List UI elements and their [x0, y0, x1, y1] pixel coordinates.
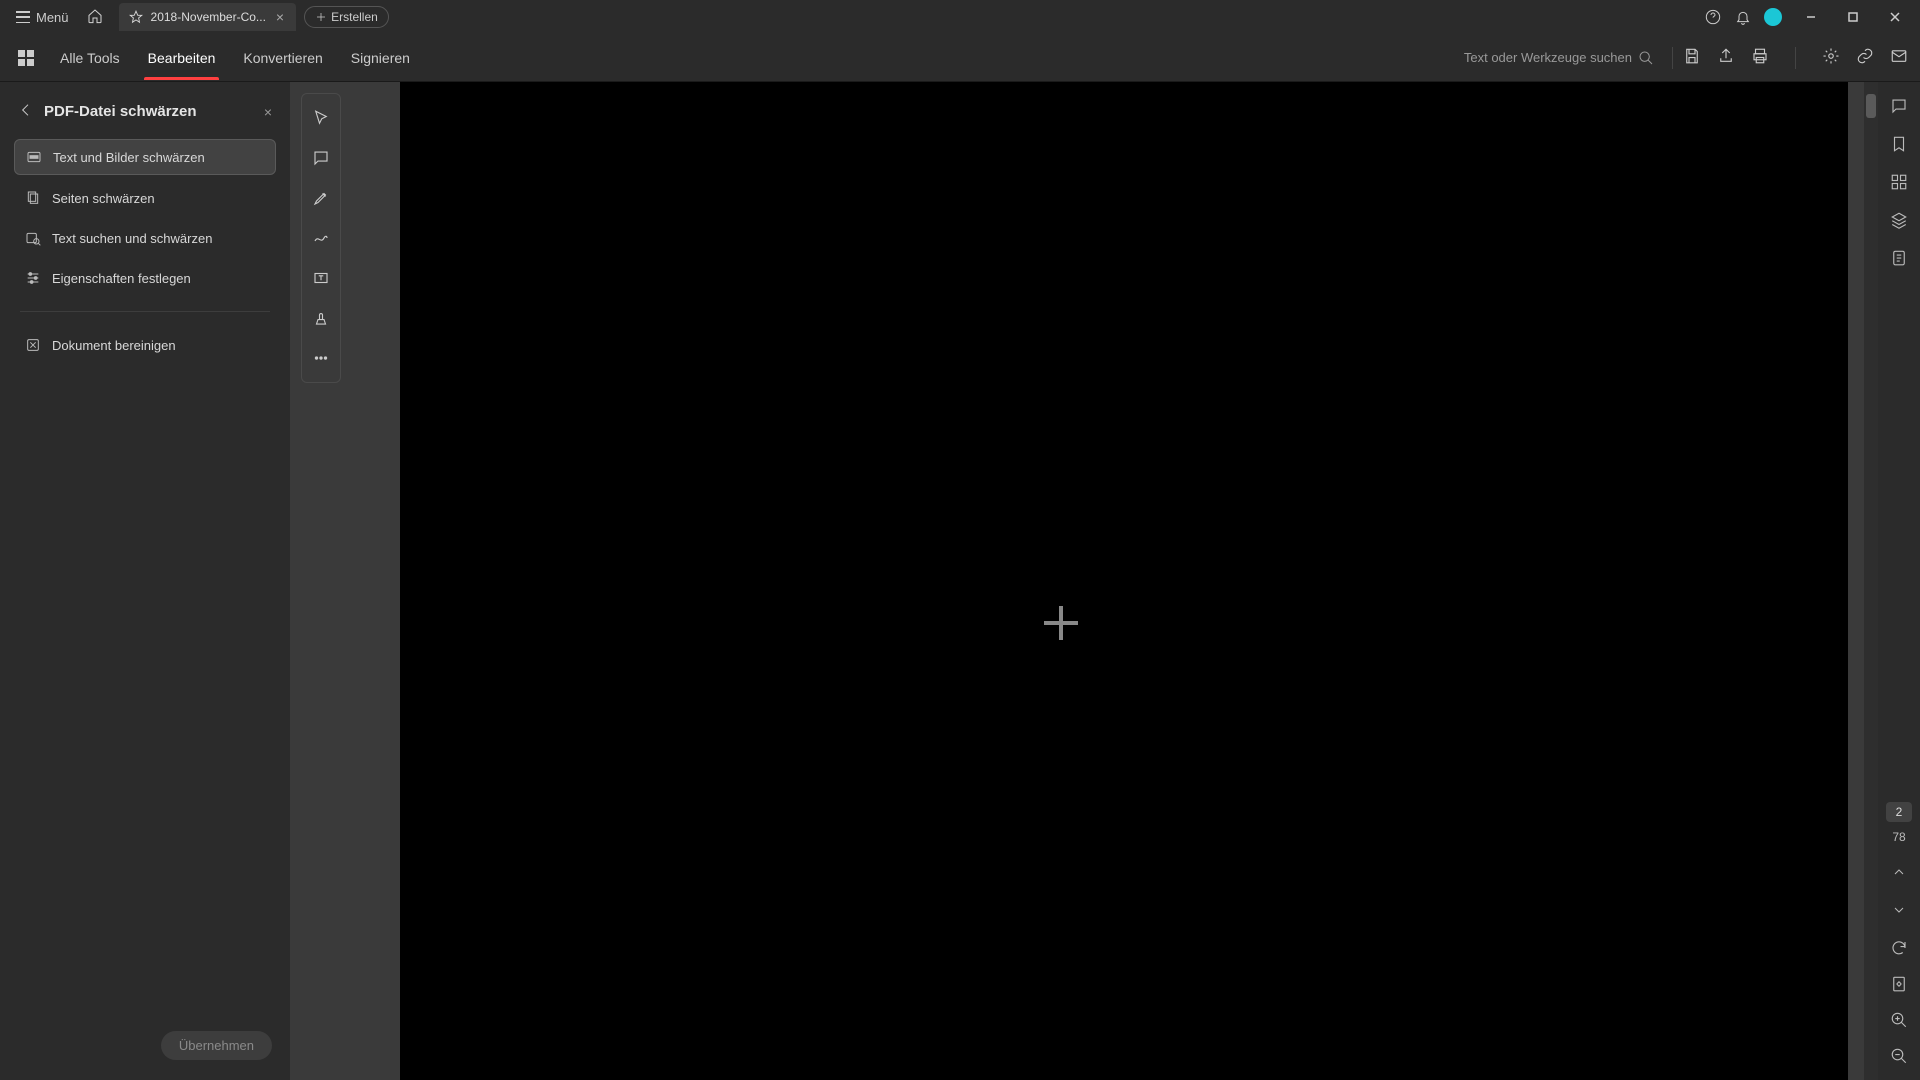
link-button[interactable]: [1856, 47, 1874, 68]
textbox-tool[interactable]: [302, 258, 340, 298]
top-menu: Alle Tools Bearbeiten Konvertieren Signi…: [0, 34, 1920, 82]
star-icon: [129, 10, 143, 24]
home-button[interactable]: [77, 8, 113, 27]
ai-button[interactable]: [1822, 47, 1840, 68]
panel-title: PDF-Datei schwärzen: [44, 103, 197, 120]
close-window-button[interactable]: [1878, 4, 1912, 30]
document-viewport[interactable]: [290, 82, 1878, 1080]
page-up-button[interactable]: [1889, 862, 1909, 882]
save-button[interactable]: [1683, 47, 1701, 68]
draw-tool[interactable]: [302, 218, 340, 258]
menu-all-tools[interactable]: Alle Tools: [46, 36, 134, 80]
redact-panel: PDF-Datei schwärzen × Text und Bilder sc…: [0, 82, 290, 1080]
tool-label: Seiten schwärzen: [52, 191, 155, 206]
all-apps-button[interactable]: [12, 44, 40, 72]
thumbnails-panel-button[interactable]: [1889, 172, 1909, 192]
mail-button[interactable]: [1890, 47, 1908, 68]
stamp-tool[interactable]: [302, 298, 340, 338]
menu-edit[interactable]: Bearbeiten: [134, 36, 230, 80]
annotation-toolbar: [301, 93, 341, 383]
notifications-button[interactable]: [1734, 8, 1752, 26]
print-button[interactable]: [1751, 47, 1769, 68]
pdf-page[interactable]: [400, 82, 1848, 1080]
tool-label: Text suchen und schwärzen: [52, 231, 212, 246]
bookmark-panel-button[interactable]: [1889, 134, 1909, 154]
menu-convert[interactable]: Konvertieren: [229, 36, 336, 80]
create-label: Erstellen: [331, 10, 378, 24]
create-button[interactable]: Erstellen: [304, 6, 389, 28]
pages-icon: [24, 189, 42, 207]
search-field[interactable]: Text oder Werkzeuge suchen: [1464, 50, 1654, 66]
current-page-badge[interactable]: 2: [1886, 802, 1912, 822]
minimize-button[interactable]: [1794, 4, 1828, 30]
layers-panel-button[interactable]: [1889, 210, 1909, 230]
apply-button[interactable]: Übernehmen: [161, 1031, 272, 1060]
menu-label: Menü: [36, 10, 69, 25]
vertical-scrollbar[interactable]: [1864, 82, 1878, 1080]
close-panel-button[interactable]: ×: [264, 104, 272, 120]
redact-icon: [25, 148, 43, 166]
tool-sanitize-document[interactable]: Dokument bereinigen: [14, 328, 276, 362]
document-tab[interactable]: 2018-November-Co... ×: [119, 3, 297, 31]
crosshair-cursor: [1044, 606, 1078, 640]
tool-set-properties[interactable]: Eigenschaften festlegen: [14, 261, 276, 295]
menu-button[interactable]: Menü: [8, 6, 77, 29]
tool-search-redact[interactable]: Text suchen und schwärzen: [14, 221, 276, 255]
comment-panel-button[interactable]: [1889, 96, 1909, 116]
tool-redact-pages[interactable]: Seiten schwärzen: [14, 181, 276, 215]
help-button[interactable]: [1704, 8, 1722, 26]
search-icon: [1638, 50, 1654, 66]
tab-label: 2018-November-Co...: [151, 10, 266, 24]
more-tools[interactable]: [302, 338, 340, 378]
scrollbar-thumb[interactable]: [1866, 94, 1876, 118]
comment-tool[interactable]: [302, 138, 340, 178]
apps-grid-icon: [18, 50, 34, 66]
rotate-button[interactable]: [1889, 938, 1909, 958]
highlight-tool[interactable]: [302, 178, 340, 218]
attachments-panel-button[interactable]: [1889, 248, 1909, 268]
tool-label: Dokument bereinigen: [52, 338, 176, 353]
menu-sign[interactable]: Signieren: [337, 36, 424, 80]
tool-label: Text und Bilder schwärzen: [53, 150, 205, 165]
tool-redact-text-images[interactable]: Text und Bilder schwärzen: [14, 139, 276, 175]
right-rail: 2 78: [1878, 82, 1920, 1080]
share-button[interactable]: [1717, 47, 1735, 68]
tab-close-button[interactable]: ×: [274, 9, 286, 25]
tool-label: Eigenschaften festlegen: [52, 271, 191, 286]
zoom-out-button[interactable]: [1889, 1046, 1909, 1066]
properties-icon: [24, 269, 42, 287]
fit-page-button[interactable]: [1889, 974, 1909, 994]
sanitize-icon: [24, 336, 42, 354]
back-button[interactable]: [18, 102, 34, 121]
select-tool[interactable]: [302, 98, 340, 138]
search-placeholder: Text oder Werkzeuge suchen: [1464, 50, 1632, 65]
zoom-in-button[interactable]: [1889, 1010, 1909, 1030]
plus-icon: [315, 11, 327, 23]
hamburger-icon: [16, 11, 30, 23]
search-redact-icon: [24, 229, 42, 247]
titlebar: Menü 2018-November-Co... × Erstellen: [0, 0, 1920, 34]
user-avatar[interactable]: [1764, 8, 1782, 26]
maximize-button[interactable]: [1836, 4, 1870, 30]
page-down-button[interactable]: [1889, 900, 1909, 920]
total-pages: 78: [1892, 830, 1905, 844]
